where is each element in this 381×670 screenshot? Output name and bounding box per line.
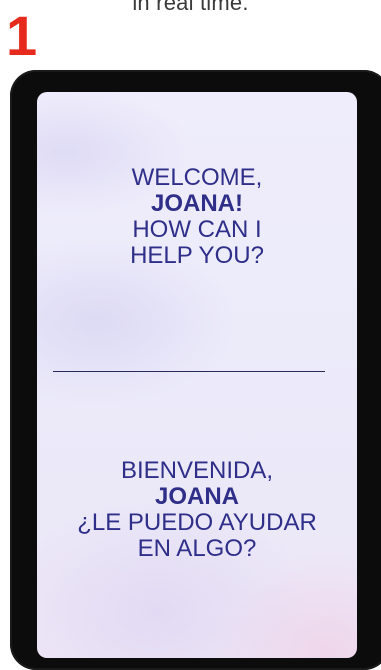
caption-text: in real time. [132,0,249,15]
greeting-question-line2: HELP YOU? [130,242,264,269]
greeting-question-line2-es: EN ALGO? [137,535,257,562]
device-screen: WELCOME, JOANA! HOW CAN I HELP YOU? BIEN… [37,92,357,658]
divider [53,371,325,372]
greeting-question-line1: HOW CAN I [132,216,262,243]
greeting-spanish: BIENVENIDA, JOANA ¿LE PUEDO AYUDAR EN AL… [37,458,357,562]
greeting-question-line1-es: ¿LE PUEDO AYUDAR [77,509,317,536]
page: in real time. 1 WELCOME, JOANA! HOW CAN … [0,0,381,670]
greeting-welcome-es: BIENVENIDA, [120,457,274,484]
greeting-name-es: JOANA [154,483,239,510]
greeting-name: JOANA! [150,190,243,217]
greeting-english: WELCOME, JOANA! HOW CAN I HELP YOU? [37,165,357,269]
step-number: 1 [6,4,38,67]
greeting-welcome: WELCOME, [131,164,263,191]
